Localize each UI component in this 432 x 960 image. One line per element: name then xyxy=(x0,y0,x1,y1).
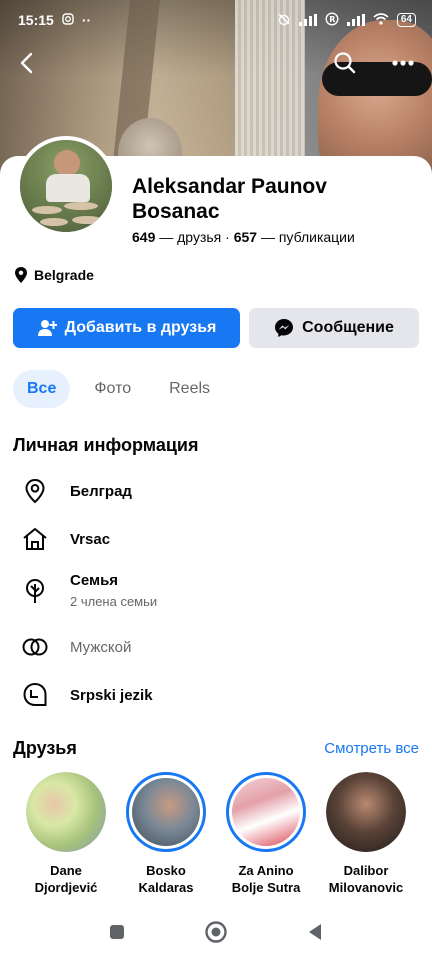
instagram-notification-icon xyxy=(62,12,74,28)
language-bubble-icon xyxy=(20,680,50,710)
info-gender-text: Мужской xyxy=(70,638,132,656)
info-family-subtext: 2 члена семьи xyxy=(70,594,158,609)
home-button[interactable] xyxy=(204,920,228,949)
info-row-city[interactable]: Белград xyxy=(20,476,420,506)
top-navigation xyxy=(0,40,432,84)
family-tree-icon xyxy=(20,576,50,606)
friend-name[interactable]: Dane Djordjević xyxy=(16,862,116,896)
info-family-text: Семья xyxy=(70,572,119,589)
posts-count-label: — публикации xyxy=(260,229,355,245)
search-icon xyxy=(334,52,356,74)
status-time: 15:15 xyxy=(18,12,54,28)
messenger-icon xyxy=(275,319,294,337)
wifi-icon xyxy=(373,12,389,28)
friend-avatar[interactable] xyxy=(326,772,406,852)
add-friend-button[interactable]: Добавить в друзья xyxy=(13,308,240,348)
friend-name[interactable]: Dalibor Milovanovic xyxy=(316,862,416,896)
profile-location: Belgrade xyxy=(14,266,94,284)
posts-count: 657 xyxy=(233,229,258,245)
profile-stats: 649 — друзья · 657 — публикации xyxy=(132,229,355,245)
back-button[interactable] xyxy=(10,46,44,80)
friends-count-label[interactable]: — друзья xyxy=(159,229,221,245)
location-pin-icon xyxy=(20,476,50,506)
tab-reels[interactable]: Reels xyxy=(155,370,224,408)
personal-info-title: Личная информация xyxy=(13,435,199,455)
profile-name: Aleksandar Paunov Bosanac xyxy=(132,175,327,223)
alarm-off-icon xyxy=(277,12,291,29)
info-hometown-text: Vrsac xyxy=(70,530,111,548)
system-navigation-bar xyxy=(0,908,432,960)
info-row-family[interactable]: Семья 2 члена семьи xyxy=(20,572,420,609)
info-row-gender[interactable]: Мужской xyxy=(20,632,420,662)
battery-icon: 64 xyxy=(396,13,416,27)
friends-count[interactable]: 649 xyxy=(132,229,155,245)
square-icon xyxy=(110,924,124,939)
message-label: Сообщение xyxy=(302,319,394,336)
message-button[interactable]: Сообщение xyxy=(249,308,419,348)
location-text: Belgrade xyxy=(34,267,94,283)
add-friend-label: Добавить в друзья xyxy=(64,319,217,336)
more-notifications-icon: ·· xyxy=(81,12,92,28)
circle-home-icon xyxy=(205,920,227,943)
search-button[interactable] xyxy=(328,46,362,80)
tab-photos[interactable]: Фото xyxy=(80,370,145,408)
location-pin-small-icon xyxy=(15,267,27,283)
more-options-button[interactable] xyxy=(386,46,420,80)
info-city-text: Белград xyxy=(70,482,132,500)
friend-name[interactable]: Bosko Kaldaras xyxy=(116,862,216,896)
friend-avatar[interactable] xyxy=(226,772,306,852)
friend-avatar[interactable] xyxy=(26,772,106,852)
profile-tabs: Все Фото Reels xyxy=(13,370,234,408)
back-arrow-icon xyxy=(20,52,33,74)
friend-card[interactable]: Dane Djordjević xyxy=(16,772,116,896)
signal-2-icon xyxy=(346,14,365,26)
home-icon xyxy=(20,524,50,554)
system-back-button[interactable] xyxy=(306,922,324,947)
friend-avatar[interactable] xyxy=(126,772,206,852)
info-row-hometown[interactable]: Vrsac xyxy=(20,524,420,554)
info-language-text: Srpski jezik xyxy=(70,686,153,704)
gender-icon xyxy=(20,632,50,662)
svg-text:R: R xyxy=(329,15,335,24)
friend-card[interactable]: Za Anino Bolje Sutra xyxy=(216,772,316,896)
signal-icon xyxy=(298,14,317,26)
stats-separator: · xyxy=(225,229,230,245)
friend-card[interactable]: Dalibor Milovanovic xyxy=(316,772,416,896)
info-row-language[interactable]: Srpski jezik xyxy=(20,680,420,710)
tab-all[interactable]: Все xyxy=(13,370,71,408)
friend-name[interactable]: Za Anino Bolje Sutra xyxy=(216,862,316,896)
recent-apps-button[interactable] xyxy=(108,923,126,946)
see-all-friends-link[interactable]: Смотреть все xyxy=(324,740,419,757)
triangle-back-icon xyxy=(309,923,321,940)
more-dots-icon xyxy=(392,60,414,66)
roaming-icon: R xyxy=(325,11,339,29)
friends-title: Друзья xyxy=(13,738,77,758)
profile-avatar[interactable] xyxy=(16,136,116,236)
add-friend-icon xyxy=(37,320,57,336)
friend-card[interactable]: Bosko Kaldaras xyxy=(116,772,216,896)
status-bar: 15:15 ·· R 64 xyxy=(0,0,432,40)
